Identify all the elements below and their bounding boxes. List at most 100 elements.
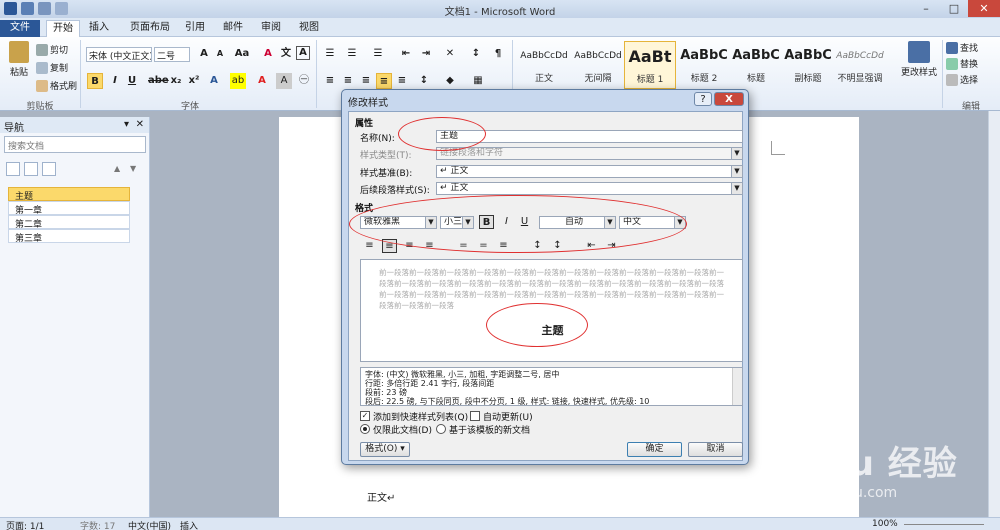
window-title: 文档1 - Microsoft Word bbox=[444, 7, 556, 18]
style-tile-normal[interactable]: AaBbCcDd 正文 bbox=[518, 41, 570, 89]
zoom-level[interactable]: 100% bbox=[872, 519, 898, 529]
page-count[interactable]: 页面: 1/1 bbox=[6, 519, 44, 530]
align-right-button[interactable]: ≡ bbox=[358, 73, 374, 89]
nav-menu-icon[interactable]: ▾ bbox=[124, 119, 129, 130]
justify-button[interactable]: ≡ bbox=[376, 73, 392, 89]
new-documents-radio[interactable] bbox=[436, 424, 446, 434]
bullets-button[interactable]: ☰ bbox=[322, 46, 338, 62]
style-description: 字体: (中文) 微软雅黑, 小三, 加粗, 字距调整二号, 居中 行距: 多倍… bbox=[360, 367, 743, 406]
underline-button[interactable]: U bbox=[124, 73, 140, 89]
clear-format-button[interactable]: A bbox=[260, 46, 276, 62]
nav-up-icon[interactable]: ▲ bbox=[114, 164, 120, 173]
tab-references[interactable]: 引用 bbox=[180, 20, 210, 37]
language-indicator[interactable]: 中文(中国) bbox=[128, 519, 171, 530]
change-styles-button[interactable]: 更改样式 bbox=[898, 41, 940, 78]
text-effects-button[interactable]: A bbox=[206, 73, 222, 89]
results-view-icon[interactable] bbox=[42, 162, 56, 176]
grow-font-button[interactable]: A bbox=[196, 46, 212, 62]
subscript-button[interactable]: x₂ bbox=[168, 73, 184, 89]
format-menu-button[interactable]: 格式(O) ▾ bbox=[360, 442, 410, 457]
format-painter-button[interactable]: 格式刷 bbox=[36, 79, 77, 92]
style-tile-title[interactable]: AaBbC 标题 bbox=[730, 41, 782, 89]
maximize-button[interactable]: □ bbox=[940, 0, 968, 17]
style-tile-no-spacing[interactable]: AaBbCcDd 无间隔 bbox=[572, 41, 624, 89]
tab-view[interactable]: 视图 bbox=[294, 20, 324, 37]
select-button[interactable]: 选择 bbox=[946, 73, 978, 86]
paste-button[interactable]: 粘贴 bbox=[6, 41, 32, 78]
bold-button[interactable]: B bbox=[87, 73, 103, 89]
auto-update-checkbox[interactable] bbox=[470, 411, 480, 421]
font-size-combo[interactable]: 二号 bbox=[154, 47, 190, 62]
distributed-button[interactable]: ≡ bbox=[394, 73, 410, 89]
nav-heading-item[interactable]: 第二章 bbox=[8, 215, 130, 230]
insert-mode[interactable]: 插入 bbox=[180, 519, 198, 530]
dialog-body: 属性 名称(N): 主题 样式类型(T): 链接段落和字符 ▼ 样式基准(B): … bbox=[348, 111, 743, 461]
nav-heading-item[interactable]: 第三章 bbox=[8, 229, 130, 244]
body-text[interactable]: 正文↵ bbox=[367, 489, 395, 504]
highlight-button[interactable]: ab bbox=[230, 73, 246, 89]
phonetic-guide-button[interactable]: 文 bbox=[278, 46, 294, 62]
based-on-select[interactable]: ↵ 正文 ▼ bbox=[436, 165, 743, 178]
find-button[interactable]: 查找 bbox=[946, 41, 978, 54]
pages-view-icon[interactable] bbox=[24, 162, 38, 176]
align-left-button[interactable]: ≡ bbox=[322, 73, 338, 89]
superscript-button[interactable]: x² bbox=[186, 73, 202, 89]
font-name-combo[interactable]: 宋体 (中文正文) bbox=[86, 47, 152, 62]
align-center-button[interactable]: ≡ bbox=[340, 73, 356, 89]
nav-search-input[interactable]: 搜索文档 bbox=[4, 136, 146, 153]
only-this-document-radio[interactable] bbox=[360, 424, 370, 434]
tab-page-layout[interactable]: 页面布局 bbox=[124, 20, 176, 37]
next-style-select[interactable]: ↵ 正文 ▼ bbox=[436, 182, 743, 195]
font-color-button[interactable]: A bbox=[254, 73, 270, 89]
borders-button[interactable]: ▦ bbox=[470, 73, 486, 89]
enclose-char-button[interactable]: ㊀ bbox=[296, 73, 312, 89]
tab-home[interactable]: 开始 bbox=[46, 20, 80, 37]
help-button[interactable]: ? bbox=[694, 92, 712, 106]
strikethrough-button[interactable]: abe bbox=[148, 73, 169, 89]
nav-close-icon[interactable]: ✕ bbox=[136, 119, 144, 130]
tab-mailings[interactable]: 邮件 bbox=[218, 20, 248, 37]
style-tile-subtitle[interactable]: AaBbC 副标题 bbox=[782, 41, 834, 89]
cancel-button[interactable]: 取消 bbox=[688, 442, 743, 457]
show-marks-button[interactable]: ¶ bbox=[490, 46, 506, 62]
style-tile-heading2[interactable]: AaBbC 标题 2 bbox=[678, 41, 730, 89]
cut-button[interactable]: 剪切 bbox=[36, 43, 68, 56]
char-border-button[interactable]: A bbox=[296, 46, 310, 60]
shading-button[interactable]: ◆ bbox=[442, 73, 458, 89]
char-shading-button[interactable]: A bbox=[276, 73, 292, 89]
description-scrollbar[interactable] bbox=[732, 368, 742, 405]
sort-button[interactable]: ↕ bbox=[468, 46, 484, 62]
dlg-align-left-icon[interactable]: ≡ bbox=[362, 239, 377, 253]
zoom-slider[interactable] bbox=[904, 524, 984, 525]
increase-indent-button[interactable]: ⇥ bbox=[418, 46, 434, 62]
shrink-font-button[interactable]: A bbox=[212, 46, 228, 62]
numbering-button[interactable]: ☰ bbox=[344, 46, 360, 62]
nav-heading-item[interactable]: 第一章 bbox=[8, 201, 130, 216]
multilevel-list-button[interactable]: ☰ bbox=[370, 46, 386, 62]
style-tile-heading1[interactable]: AaBt 标题 1 bbox=[624, 41, 676, 89]
decrease-indent-button[interactable]: ⇤ bbox=[398, 46, 414, 62]
next-style-label: 后续段落样式(S): bbox=[360, 186, 430, 196]
dialog-close-button[interactable]: X bbox=[714, 92, 744, 106]
window-close-button[interactable]: ✕ bbox=[968, 0, 1000, 17]
copy-button[interactable]: 复制 bbox=[36, 61, 68, 74]
italic-button[interactable]: I bbox=[107, 73, 123, 89]
tab-insert[interactable]: 插入 bbox=[84, 20, 114, 37]
change-case-button[interactable]: Aa bbox=[234, 46, 250, 62]
chinese-layout-button[interactable]: ✕ bbox=[442, 46, 458, 62]
minimize-button[interactable]: – bbox=[912, 0, 940, 17]
ribbon-tabs: 文件 开始 插入 页面布局 引用 邮件 审阅 视图 bbox=[0, 18, 1000, 37]
nav-heading-item[interactable]: 主题 bbox=[8, 187, 130, 202]
tab-file[interactable]: 文件 bbox=[0, 20, 40, 37]
word-count[interactable]: 字数: 17 bbox=[80, 519, 115, 530]
clipboard-group-label: 剪贴板 bbox=[26, 102, 54, 112]
divider bbox=[942, 40, 943, 108]
replace-button[interactable]: 替换 bbox=[946, 57, 978, 70]
add-to-quick-styles-checkbox[interactable]: ✓ bbox=[360, 411, 370, 421]
style-tile-subtle-emphasis[interactable]: AaBbCcDd 不明显强调 bbox=[834, 41, 886, 89]
nav-down-icon[interactable]: ▼ bbox=[130, 164, 136, 173]
line-spacing-button[interactable]: ↕ bbox=[416, 73, 432, 89]
tab-review[interactable]: 审阅 bbox=[256, 20, 286, 37]
headings-view-icon[interactable] bbox=[6, 162, 20, 176]
ok-button[interactable]: 确定 bbox=[627, 442, 682, 457]
